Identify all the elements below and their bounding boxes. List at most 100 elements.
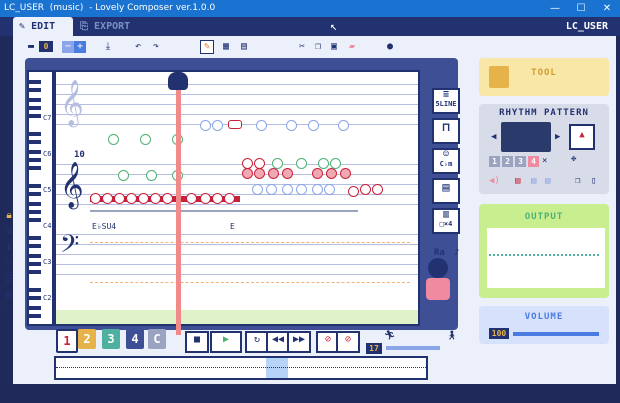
rhythm-number[interactable]: 1	[489, 156, 500, 167]
song-overview[interactable]	[54, 356, 428, 380]
note[interactable]	[186, 193, 197, 204]
note[interactable]	[242, 168, 253, 179]
download-icon[interactable]: ⤓	[102, 41, 114, 53]
bars-icon[interactable]: ▮	[3, 242, 15, 254]
note[interactable]	[252, 184, 263, 195]
undo-icon[interactable]: ↶	[132, 41, 144, 53]
note-length-button[interactable]: ⊓	[432, 118, 460, 144]
note[interactable]	[126, 193, 137, 204]
note[interactable]	[102, 193, 113, 204]
note[interactable]	[360, 184, 371, 195]
note[interactable]	[256, 120, 267, 131]
note[interactable]	[90, 193, 101, 204]
minimize-button[interactable]: —	[542, 0, 568, 17]
note[interactable]	[296, 158, 307, 169]
note[interactable]	[324, 184, 335, 195]
lock-icon[interactable]: 🔒︎	[3, 210, 15, 222]
copy-pattern-icon[interactable]: ❐	[575, 176, 580, 186]
rhythm-number[interactable]: 4	[528, 156, 539, 167]
track-2-button[interactable]: 2	[78, 329, 96, 349]
tool-panel[interactable]: TOOL	[479, 58, 609, 96]
note[interactable]	[330, 158, 341, 169]
note[interactable]	[286, 120, 297, 131]
note[interactable]	[268, 168, 279, 179]
track-1-button[interactable]: 1	[56, 329, 78, 353]
grid-icon[interactable]: ▤	[238, 41, 250, 53]
forward-button[interactable]: ▶▶	[287, 331, 311, 353]
layer-button[interactable]: ▤	[432, 178, 460, 204]
note[interactable]	[200, 193, 211, 204]
volume-slider[interactable]	[513, 332, 599, 336]
key-button[interactable]: ☺ C♭m	[432, 148, 460, 174]
solo-button[interactable]: ⊘	[336, 331, 360, 353]
printer-icon[interactable]: ▤	[3, 290, 15, 302]
five-line-button[interactable]: ≡ 5LINE	[432, 88, 460, 114]
note[interactable]	[326, 168, 337, 179]
note[interactable]	[224, 193, 235, 204]
document-icon[interactable]: ▯	[3, 306, 15, 318]
keyboard-icon[interactable]: ▦	[220, 41, 232, 53]
tab-export[interactable]: ⎘ EXPORT	[80, 17, 150, 36]
track-4-button[interactable]: 4	[126, 329, 144, 349]
close-button[interactable]: ✕	[594, 0, 620, 17]
plus-icon[interactable]: +	[74, 41, 86, 53]
note[interactable]	[282, 168, 293, 179]
stop-button[interactable]: ■	[185, 331, 209, 353]
note[interactable]	[272, 158, 283, 169]
track-3-button[interactable]: 3	[102, 329, 120, 349]
menu-icon[interactable]: ☰	[3, 274, 15, 286]
playhead[interactable]	[176, 85, 181, 335]
note[interactable]	[108, 134, 119, 145]
rhythm-number[interactable]: 3	[515, 156, 526, 167]
rhythm-close-icon[interactable]: ×	[542, 156, 547, 166]
tab-edit[interactable]: ✎ EDIT	[13, 17, 73, 36]
note[interactable]	[150, 193, 161, 204]
redo-icon[interactable]: ↷	[150, 41, 162, 53]
paste-icon[interactable]: ▣	[328, 41, 340, 53]
note[interactable]	[146, 170, 157, 181]
rhythm-option-icon[interactable]: ▤	[545, 176, 550, 186]
note[interactable]	[308, 120, 319, 131]
note[interactable]	[140, 134, 151, 145]
rhythm-option-icon[interactable]: ▤	[515, 176, 520, 186]
list-icon[interactable]: ≡	[3, 226, 15, 238]
rhythm-shape-icon[interactable]: ▲	[569, 124, 595, 150]
note[interactable]	[338, 120, 349, 131]
note[interactable]	[312, 184, 323, 195]
bomb-icon[interactable]: ●	[384, 41, 396, 53]
play-button[interactable]: ▶	[210, 331, 242, 353]
note[interactable]	[318, 158, 329, 169]
grid-size-button[interactable]: ▥ □×4	[432, 208, 460, 234]
score-sheet[interactable]: 𝄞 𝄞 𝄢 10 E♭SU4 E	[54, 70, 420, 326]
track-c-button[interactable]: C	[148, 329, 166, 349]
note[interactable]	[340, 168, 351, 179]
scissors-icon[interactable]: ✂	[296, 41, 308, 53]
note[interactable]	[282, 184, 293, 195]
speaker-icon[interactable]: ◀)	[489, 176, 500, 186]
note[interactable]	[114, 193, 125, 204]
note[interactable]	[212, 120, 223, 131]
note[interactable]	[162, 193, 173, 204]
rhythm-option-icon[interactable]: ▤	[531, 176, 536, 186]
note[interactable]	[266, 184, 277, 195]
note[interactable]	[312, 168, 323, 179]
folder-icon[interactable]: ▬	[25, 41, 37, 53]
piano-keys[interactable]: C7 C6 C5 C4 C3 C2	[27, 70, 54, 326]
copy-icon[interactable]: ❐	[312, 41, 324, 53]
note[interactable]	[138, 193, 149, 204]
face-icon[interactable]: ☺	[3, 258, 15, 270]
note[interactable]	[254, 168, 265, 179]
tempo-slider[interactable]	[386, 346, 440, 350]
minus-icon[interactable]: −	[62, 41, 74, 53]
note[interactable]	[228, 120, 242, 129]
note[interactable]	[296, 184, 307, 195]
eraser-icon[interactable]: ▰	[346, 41, 358, 53]
note[interactable]	[372, 184, 383, 195]
note[interactable]	[212, 193, 223, 204]
delete-pattern-icon[interactable]: ▯	[591, 176, 596, 186]
rhythm-prev-icon[interactable]: ◀	[491, 132, 496, 142]
rhythm-next-icon[interactable]: ▶	[555, 132, 560, 142]
note[interactable]	[348, 186, 359, 197]
maximize-button[interactable]: ☐	[568, 0, 594, 17]
rhythm-move-icon[interactable]: ✥	[571, 154, 576, 164]
